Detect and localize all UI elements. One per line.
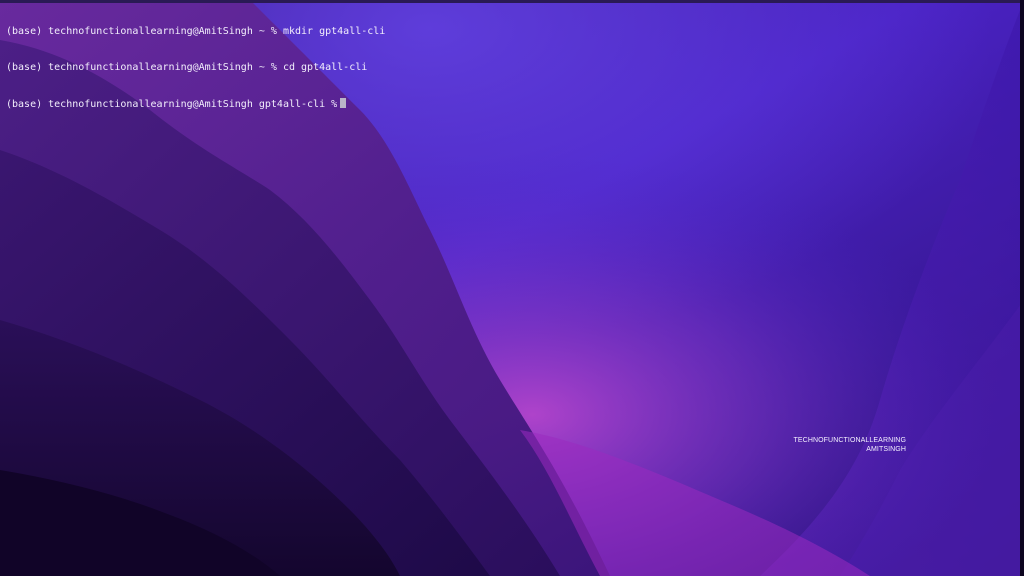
window-right-border (1020, 0, 1024, 576)
command-text: cd gpt4all-cli (282, 62, 368, 73)
shell-prompt: (base) technofunctionallearning@AmitSing… (6, 62, 277, 73)
shell-prompt: (base) technofunctionallearning@AmitSing… (6, 26, 277, 37)
command-text: mkdir gpt4all-cli (282, 26, 386, 37)
terminal-line: (base) technofunctionallearning@AmitSing… (6, 62, 1006, 74)
watermark: TECHNOFUNCTIONALLEARNING AMITSINGH (794, 436, 906, 454)
desktop-screen: (base) technofunctionallearning@AmitSing… (0, 0, 1024, 576)
watermark-line-2: AMITSINGH (866, 446, 906, 453)
terminal-line: (base) technofunctionallearning@AmitSing… (6, 26, 1006, 38)
shell-prompt: (base) technofunctionallearning@AmitSing… (6, 99, 338, 110)
terminal-line[interactable]: (base) technofunctionallearning@AmitSing… (6, 98, 1006, 110)
terminal-output[interactable]: (base) technofunctionallearning@AmitSing… (6, 2, 1006, 134)
watermark-line-1: TECHNOFUNCTIONALLEARNING (793, 437, 906, 444)
text-cursor (340, 98, 347, 108)
